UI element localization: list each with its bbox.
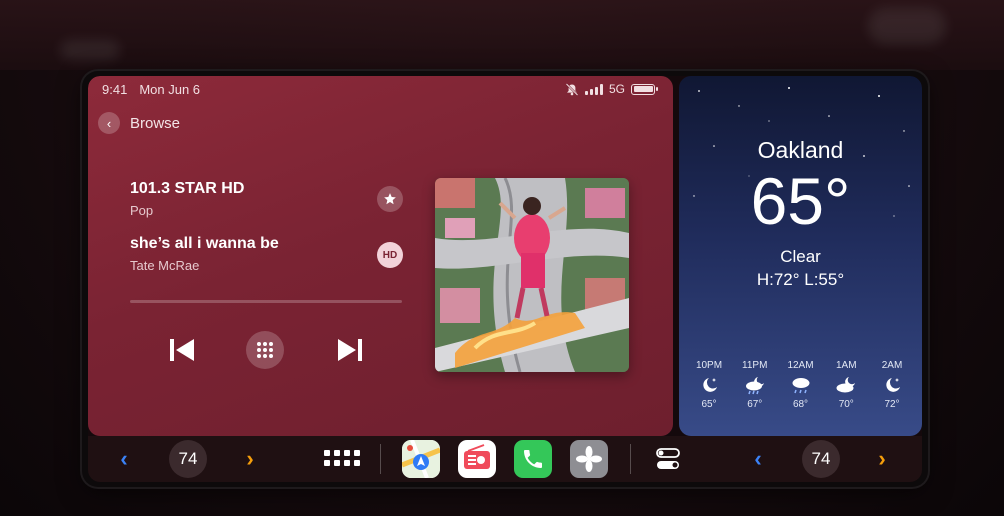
radio-icon — [464, 444, 490, 469]
forecast-hour: 11PM 67° — [735, 360, 775, 410]
forecast-time: 11PM — [742, 360, 768, 371]
status-indicators: 5G — [565, 82, 658, 96]
high-low-temperature: H:72° L:55° — [756, 270, 845, 289]
car-dashboard-background — [0, 0, 1004, 70]
browse-back-button[interactable]: ‹ Browse — [98, 112, 180, 134]
grid-dots-icon — [257, 342, 273, 358]
left-temp-increase-button[interactable]: › — [238, 444, 262, 474]
album-art-image — [435, 178, 629, 372]
cloud-rain-icon — [792, 378, 809, 394]
dashboard-button-blur — [868, 8, 946, 44]
weather-widget[interactable]: Oakland 65° Clear H:72° L:55° 10PM 65° 1… — [679, 76, 922, 436]
right-temp-value: 74 — [811, 449, 831, 468]
chevron-left-icon: ‹ — [98, 112, 120, 134]
cloud-moon-icon — [836, 377, 856, 393]
left-climate-temp[interactable]: 74 — [169, 440, 207, 478]
carplay-screen: 9:41 Mon Jun 6 5G ‹ Browse 101.3 STAR HD … — [88, 76, 922, 482]
left-temp-value: 74 — [178, 449, 198, 468]
maps-icon — [402, 440, 440, 478]
bottom-dock: ‹ 74 › ‹ 74 › — [88, 436, 922, 482]
radio-app-button[interactable] — [458, 440, 496, 478]
controls-toggle-button[interactable] — [652, 444, 684, 474]
forecast-time: 12AM — [787, 360, 814, 371]
toggles-icon — [656, 448, 680, 469]
left-temp-decrease-button[interactable]: ‹ — [112, 444, 136, 474]
maps-app-button[interactable] — [402, 440, 440, 478]
dashboard-panel-blur — [60, 40, 120, 60]
station-info: 101.3 STAR HD Pop — [130, 180, 244, 218]
forecast-temp: 65° — [701, 399, 717, 410]
album-artwork — [435, 178, 629, 372]
weather-condition: Clear — [780, 247, 821, 266]
back-label: Browse — [130, 114, 181, 132]
phone-app-button[interactable] — [514, 440, 552, 478]
chevron-right-icon: › — [246, 446, 254, 471]
now-playing-panel: 9:41 Mon Jun 6 5G ‹ Browse 101.3 STAR HD … — [88, 76, 673, 436]
fan-icon — [576, 446, 602, 472]
hd-radio-button[interactable]: HD — [377, 242, 403, 268]
hd-badge: HD — [382, 249, 398, 261]
current-temperature: 65° — [750, 164, 851, 238]
skip-forward-icon — [338, 339, 362, 361]
station-name: 101.3 STAR HD — [130, 180, 245, 197]
app-grid-button[interactable] — [322, 444, 362, 474]
star-icon — [384, 193, 396, 205]
weather-city: Oakland — [757, 137, 844, 163]
skip-back-icon — [170, 339, 194, 361]
chevron-left-icon: ‹ — [120, 446, 128, 471]
status-time: 9:41 — [102, 82, 128, 97]
signal-icon — [584, 83, 603, 95]
right-temp-decrease-button[interactable]: ‹ — [746, 444, 770, 474]
forecast-hour: 12AM 68° — [781, 360, 821, 410]
app-grid-icon — [324, 450, 360, 466]
hourly-forecast: 10PM 65° 11PM 67° 12AM 68° 1AM 70° 2AM 7… — [689, 360, 912, 410]
forecast-hour: 2AM 72° — [872, 360, 912, 410]
track-title: she’s all i wanna be — [130, 235, 279, 252]
right-climate-temp[interactable]: 74 — [802, 440, 840, 478]
bell-slash-icon — [565, 82, 579, 96]
track-artist: Tate McRae — [130, 258, 200, 273]
forecast-time: 1AM — [835, 360, 857, 371]
forecast-temp: 68° — [792, 399, 809, 410]
forecast-hour: 1AM 70° — [826, 360, 866, 410]
station-genre: Pop — [130, 203, 154, 218]
network-label: 5G — [608, 82, 625, 96]
forecast-hour: 10PM 65° — [689, 360, 729, 410]
forecast-temp: 67° — [747, 399, 763, 410]
battery-icon — [631, 83, 658, 95]
right-temp-increase-button[interactable]: › — [870, 444, 894, 474]
fan-app-button[interactable] — [570, 440, 608, 478]
forecast-time: 10PM — [695, 360, 723, 371]
chevron-right-icon: › — [878, 446, 886, 471]
next-track-button[interactable] — [334, 334, 366, 366]
moon-stars-icon — [886, 378, 900, 392]
phone-icon — [524, 450, 542, 468]
forecast-time: 2AM — [881, 360, 903, 371]
playback-progress-bar[interactable] — [130, 300, 402, 303]
status-date: Mon Jun 6 — [139, 82, 201, 97]
forecast-temp: 70° — [838, 399, 854, 410]
track-info: she’s all i wanna be Tate McRae — [130, 235, 279, 273]
dock-divider — [380, 444, 381, 474]
chevron-left-icon: ‹ — [754, 446, 762, 471]
dock-divider — [630, 444, 631, 474]
previous-track-button[interactable] — [166, 334, 198, 366]
cloud-moon-rain-icon — [745, 377, 764, 395]
forecast-temp: 72° — [884, 399, 900, 410]
moon-stars-icon — [703, 378, 717, 392]
status-bar: 9:41 Mon Jun 6 — [102, 82, 200, 97]
station-grid-button[interactable] — [246, 331, 284, 369]
favorite-button[interactable] — [377, 186, 403, 212]
